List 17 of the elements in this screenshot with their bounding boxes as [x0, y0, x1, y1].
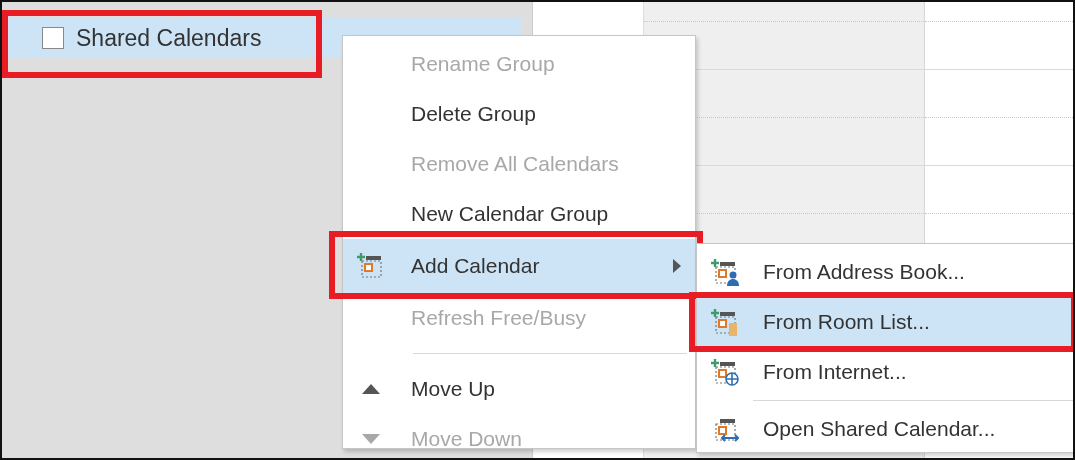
- submenu-menu-item[interactable]: Add Calendar: [343, 239, 695, 293]
- menu-item[interactable]: From Address Book...: [763, 260, 965, 284]
- submenu-arrow-icon: [673, 259, 681, 273]
- calendar-door-icon: [711, 308, 739, 336]
- triangle-up-icon: [361, 383, 381, 395]
- checkbox[interactable]: [42, 27, 64, 49]
- triangle-down-icon: [361, 433, 381, 445]
- menu-item[interactable]: Move Up: [411, 377, 496, 401]
- menu-item[interactable]: New Calendar Group: [411, 202, 609, 226]
- menu-item[interactable]: Open Shared Calendar...: [763, 417, 996, 441]
- menu-item[interactable]: From Internet...: [763, 360, 907, 384]
- group-label: Shared Calendars: [76, 24, 262, 52]
- menu-item[interactable]: Delete Group: [411, 102, 536, 126]
- calendar-globe-icon: [711, 358, 739, 386]
- menu-item[interactable]: From Room List...: [697, 297, 1073, 347]
- calendar-add-icon: [357, 252, 385, 280]
- calendar-person-icon: [711, 258, 739, 286]
